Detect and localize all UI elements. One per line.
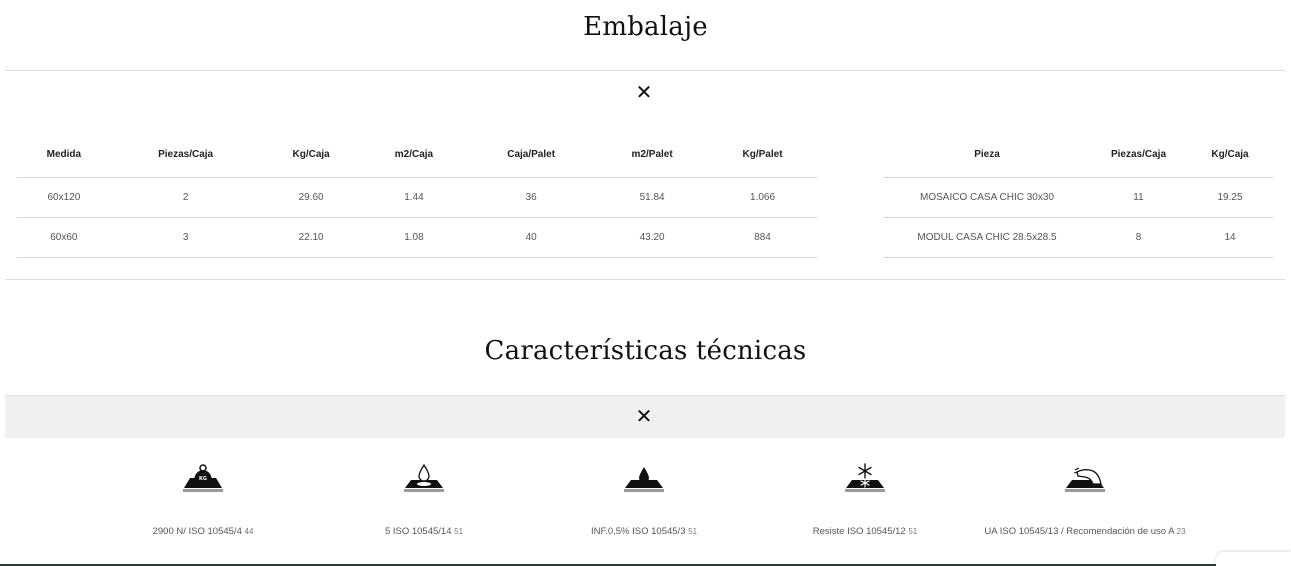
feature-sub: 51 bbox=[454, 527, 464, 536]
table-cell: 14 bbox=[1187, 217, 1273, 258]
weight-kg-icon: KG bbox=[183, 464, 223, 492]
table-cell: 2 bbox=[110, 177, 261, 218]
table-cell: 60x120 bbox=[17, 177, 111, 218]
divider bbox=[5, 70, 1285, 71]
close-caracteristicas-icon[interactable]: ✕ bbox=[632, 404, 656, 428]
medidas-table: Medida Piezas/Caja Kg/Caja m2/Caja Caja/… bbox=[17, 132, 817, 258]
table-cell: 8 bbox=[1090, 217, 1187, 258]
column-header: Medida bbox=[17, 132, 111, 178]
column-header: Piezas/Caja bbox=[1090, 132, 1187, 178]
feature-sub: 51 bbox=[908, 527, 918, 536]
feature-sub: 23 bbox=[1176, 527, 1186, 536]
table-cell: 3 bbox=[110, 217, 261, 258]
table-cell: 43.20 bbox=[596, 217, 709, 258]
piezas-table: Pieza Piezas/Caja Kg/Caja MOSAICO CASA C… bbox=[884, 132, 1273, 258]
feature-item: UA ISO 10545/13 / Recomendación de uso A… bbox=[975, 462, 1195, 544]
table-cell: 1.08 bbox=[361, 217, 467, 258]
feature-label: UA ISO 10545/13 / Recomendación de uso A… bbox=[975, 520, 1195, 544]
column-header: Kg/Caja bbox=[1187, 132, 1273, 178]
table-cell: 60x60 bbox=[17, 217, 111, 258]
feature-text: 2900 N/ ISO 10545/4 bbox=[152, 526, 242, 537]
table-cell: 1.44 bbox=[361, 177, 467, 218]
close-embalaje-icon[interactable]: ✕ bbox=[632, 80, 656, 104]
table-row: 60x120 2 29.60 1.44 36 51.84 1.066 bbox=[17, 177, 817, 218]
snowflake-frost-icon bbox=[845, 463, 885, 492]
column-header: m2/Palet bbox=[596, 132, 709, 178]
table-cell: MOSAICO CASA CHIC 30x30 bbox=[884, 177, 1090, 218]
table-row: MODUL CASA CHIC 28.5x28.5 8 14 bbox=[884, 217, 1273, 258]
feature-item: 5 ISO 10545/14 51 bbox=[314, 462, 534, 544]
feature-item: KG 2900 N/ ISO 10545/4 44 bbox=[93, 462, 313, 544]
feature-item: INF.0,5% ISO 10545/3 51 bbox=[534, 462, 754, 544]
divider bbox=[5, 279, 1285, 280]
table-cell: 19.25 bbox=[1187, 177, 1273, 218]
feature-item: Resiste ISO 10545/12 51 bbox=[755, 462, 975, 544]
feature-label: INF.0,5% ISO 10545/3 51 bbox=[534, 520, 754, 544]
feature-text: UA ISO 10545/13 / Recomendación de uso A bbox=[984, 526, 1175, 537]
feature-label: Resiste ISO 10545/12 51 bbox=[755, 520, 975, 544]
feature-sub: 51 bbox=[688, 527, 698, 536]
feature-text: 5 ISO 10545/14 bbox=[384, 526, 452, 537]
table-cell: 884 bbox=[708, 217, 817, 258]
table-cell: 11 bbox=[1090, 177, 1187, 218]
water-drop-stain-icon bbox=[404, 463, 444, 492]
table-cell: 1.066 bbox=[708, 177, 817, 218]
feature-text: Resiste ISO 10545/12 bbox=[812, 526, 906, 537]
table-cell: 40 bbox=[466, 217, 597, 258]
column-header: Caja/Palet bbox=[466, 132, 597, 178]
feature-text: INF.0,5% ISO 10545/3 bbox=[590, 526, 686, 537]
column-header: Pieza bbox=[884, 132, 1090, 178]
feature-sub: 44 bbox=[244, 527, 254, 536]
column-header: Kg/Palet bbox=[708, 132, 817, 178]
table-header-row: Medida Piezas/Caja Kg/Caja m2/Caja Caja/… bbox=[17, 132, 817, 178]
feature-label: 2900 N/ ISO 10545/4 44 bbox=[93, 520, 313, 544]
table-cell: 22.10 bbox=[260, 217, 362, 258]
water-absorption-icon bbox=[624, 467, 664, 492]
table-cell: MODUL CASA CHIC 28.5x28.5 bbox=[884, 217, 1090, 258]
column-header: Piezas/Caja bbox=[110, 132, 261, 178]
table-row: 60x60 3 22.10 1.08 40 43.20 884 bbox=[17, 217, 817, 258]
feature-label: 5 ISO 10545/14 51 bbox=[314, 520, 534, 544]
floating-widget-tab[interactable] bbox=[1216, 552, 1291, 566]
table-header-row: Pieza Piezas/Caja Kg/Caja bbox=[884, 132, 1273, 178]
hand-abrasion-icon bbox=[1065, 467, 1105, 492]
table-cell: 51.84 bbox=[596, 177, 709, 218]
caracteristicas-title: Características técnicas bbox=[484, 336, 807, 366]
table-row: MOSAICO CASA CHIC 30x30 11 19.25 bbox=[884, 177, 1273, 218]
svg-text:KG: KG bbox=[199, 476, 207, 482]
embalaje-title: Embalaje bbox=[583, 12, 708, 42]
column-header: m2/Caja bbox=[361, 132, 467, 178]
table-cell: 36 bbox=[466, 177, 597, 218]
table-cell: 29.60 bbox=[260, 177, 362, 218]
column-header: Kg/Caja bbox=[260, 132, 362, 178]
